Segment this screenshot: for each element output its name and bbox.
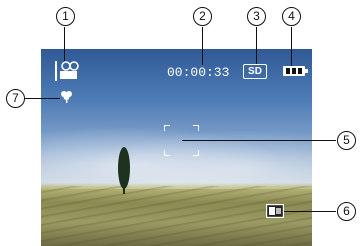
callout-6: 6 (337, 202, 356, 221)
leader-line-3 (256, 27, 258, 64)
callout-7: 7 (6, 89, 25, 108)
focus-corner (193, 150, 199, 156)
battery-bar (286, 68, 290, 74)
leader-line-1 (64, 27, 66, 61)
stabilizer-icon (266, 204, 284, 218)
timecode-display: 00:00:33 (167, 65, 230, 80)
battery-icon (283, 66, 308, 76)
leader-line-5 (182, 140, 336, 142)
sd-card-icon: SD (243, 64, 267, 79)
movie-camera-icon (55, 61, 79, 81)
callout-1: 1 (56, 7, 75, 26)
focus-corner (193, 125, 199, 131)
battery-bar (292, 68, 296, 74)
callout-5: 5 (337, 131, 356, 150)
focus-corner (164, 150, 170, 156)
callout-2: 2 (193, 7, 212, 26)
battery-bar (298, 68, 302, 74)
callout-3: 3 (247, 7, 266, 26)
leader-line-7 (24, 98, 60, 100)
leader-line-4 (291, 27, 293, 66)
focus-corner (164, 125, 170, 131)
callout-4: 4 (282, 7, 301, 26)
leader-line-6 (284, 211, 336, 213)
macro-flower-icon (61, 91, 72, 103)
cypress-tree (118, 147, 130, 194)
leader-line-2 (202, 27, 204, 65)
